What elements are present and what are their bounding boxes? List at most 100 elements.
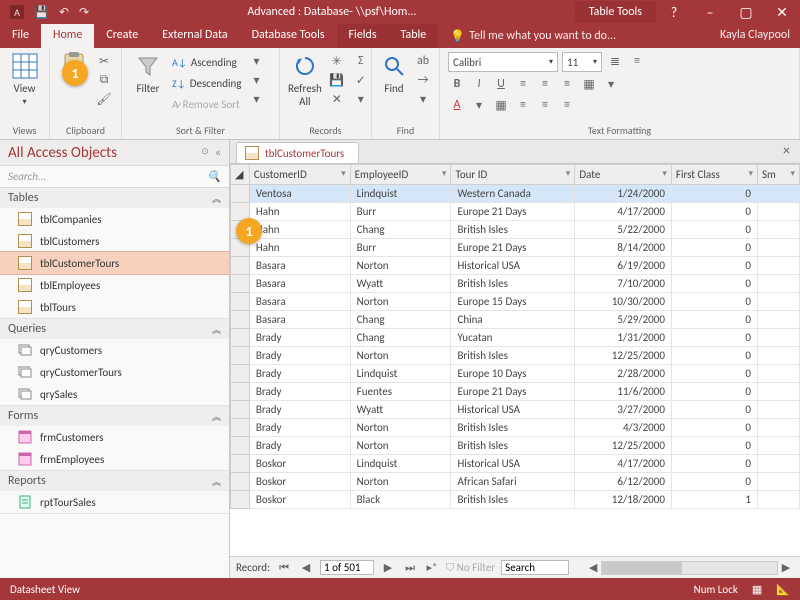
align-left-button[interactable]: ≡	[514, 75, 532, 93]
cell[interactable]: 8/14/2000	[575, 239, 672, 257]
cell[interactable]: Historical USA	[451, 401, 575, 419]
help-icon[interactable]: ?	[656, 0, 692, 24]
table-row[interactable]: BradyFuentesEurope 21 Days11/6/20000	[231, 383, 800, 401]
cell[interactable]: Brady	[249, 365, 350, 383]
close-tab-button[interactable]: ×	[773, 138, 800, 163]
delete-record-button[interactable]: ✕	[328, 90, 346, 108]
save-icon[interactable]: 💾	[34, 5, 49, 20]
cell[interactable]: 0	[671, 239, 757, 257]
row-selector[interactable]	[231, 275, 250, 293]
column-header[interactable]: CustomerID▾	[249, 165, 350, 185]
cell[interactable]: Boskor	[249, 473, 350, 491]
ascending-button[interactable]: A↓Ascending	[172, 52, 241, 72]
cell[interactable]	[757, 383, 799, 401]
datasheet-view-button[interactable]: ▦	[752, 583, 762, 596]
cell[interactable]: Norton	[350, 347, 451, 365]
cell[interactable]: Norton	[350, 257, 451, 275]
cell[interactable]: Basara	[249, 257, 350, 275]
cell[interactable]	[757, 419, 799, 437]
cell[interactable]: British Isles	[451, 221, 575, 239]
cell[interactable]: Ventosa	[249, 185, 350, 203]
design-view-button[interactable]: 📐	[776, 583, 790, 596]
cell[interactable]: Brady	[249, 419, 350, 437]
datasheet-search-input[interactable]	[501, 560, 569, 575]
table-row[interactable]: BasaraWyattBritish Isles7/10/20000	[231, 275, 800, 293]
redo-icon[interactable]: ↷	[79, 5, 89, 20]
cell[interactable]: Boskor	[249, 491, 350, 509]
alt-fill-button[interactable]: ▦	[492, 96, 510, 114]
chevron-up-icon[interactable]: ︽	[212, 323, 221, 336]
cell[interactable]	[757, 239, 799, 257]
cell[interactable]: Wyatt	[350, 275, 451, 293]
underline-button[interactable]: U	[492, 75, 510, 93]
cell[interactable]: 1/31/2000	[575, 329, 672, 347]
maximize-button[interactable]: ▢	[728, 0, 764, 24]
row-selector[interactable]	[231, 311, 250, 329]
paste-button[interactable]: 1	[58, 52, 89, 80]
advanced-filter-button[interactable]: ▾	[247, 71, 265, 89]
row-selector[interactable]	[231, 365, 250, 383]
cell[interactable]	[757, 275, 799, 293]
tab-fields[interactable]: Fields	[337, 24, 389, 48]
chevron-up-icon[interactable]: ︽	[212, 475, 221, 488]
row-selector[interactable]	[231, 473, 250, 491]
cell[interactable]: 0	[671, 311, 757, 329]
indentr-button[interactable]: ≡	[558, 96, 576, 114]
tab-file[interactable]: File	[0, 24, 41, 48]
cell[interactable]: 7/10/2000	[575, 275, 672, 293]
row-selector[interactable]	[231, 347, 250, 365]
chevron-up-icon[interactable]: ︽	[212, 192, 221, 205]
row-selector[interactable]	[231, 383, 250, 401]
cell[interactable]	[757, 455, 799, 473]
table-row[interactable]: BoskorNortonAfrican Safari6/12/20000	[231, 473, 800, 491]
bullets-button[interactable]: ≣	[606, 52, 624, 70]
cell[interactable]: 2/28/2000	[575, 365, 672, 383]
cell[interactable]: Norton	[350, 419, 451, 437]
cell[interactable]: Boskor	[249, 455, 350, 473]
cell[interactable]	[757, 437, 799, 455]
cell[interactable]: Europe 21 Days	[451, 203, 575, 221]
cell[interactable]: 10/30/2000	[575, 293, 672, 311]
selection-filter-button[interactable]: ▾	[247, 52, 265, 70]
cell[interactable]	[757, 293, 799, 311]
save-record-button[interactable]: 💾	[328, 71, 346, 89]
nav-group-tables[interactable]: Tables	[8, 191, 38, 205]
scroll-left-button[interactable]: ◀	[585, 561, 601, 574]
tab-table[interactable]: Table	[389, 24, 439, 48]
row-selector[interactable]	[231, 437, 250, 455]
column-header[interactable]: Tour ID▾	[451, 165, 575, 185]
new-record-nav-button[interactable]: ▸*	[424, 561, 440, 574]
cell[interactable]	[757, 329, 799, 347]
nav-group-reports[interactable]: Reports	[8, 474, 46, 488]
table-row[interactable]: BradyLindquistEurope 10 Days2/28/20000	[231, 365, 800, 383]
cell[interactable]: Burr	[350, 239, 451, 257]
cell[interactable]: 5/22/2000	[575, 221, 672, 239]
cell[interactable]: Chang	[350, 311, 451, 329]
cell[interactable]: 11/6/2000	[575, 383, 672, 401]
filter-button[interactable]: Filter	[130, 52, 166, 95]
nav-collapse-icon[interactable]: «	[215, 146, 221, 160]
nav-item-qrysales[interactable]: qrySales	[0, 383, 229, 405]
cell[interactable]: Europe 15 Days	[451, 293, 575, 311]
cell[interactable]: Norton	[350, 437, 451, 455]
table-row[interactable]: BoskorLindquistHistorical USA4/17/20000	[231, 455, 800, 473]
record-position-input[interactable]	[320, 560, 374, 575]
cell[interactable]: Hahn	[249, 221, 350, 239]
cell[interactable]: Basara	[249, 293, 350, 311]
font-family-combo[interactable]: Calibri▾	[448, 52, 558, 72]
cell[interactable]: 0	[671, 293, 757, 311]
cell[interactable]: Norton	[350, 473, 451, 491]
cell[interactable]: 0	[671, 455, 757, 473]
filter-indicator[interactable]: ⛉ No Filter	[446, 561, 495, 575]
new-record-button[interactable]: ✳	[328, 52, 346, 70]
cell[interactable]	[757, 401, 799, 419]
more-records-button[interactable]: ▾	[352, 90, 370, 108]
cell[interactable]: Brady	[249, 329, 350, 347]
table-row[interactable]: BradyNortonBritish Isles12/25/20000	[231, 437, 800, 455]
cell[interactable]: 1	[671, 491, 757, 509]
table-row[interactable]: HahnBurrEurope 21 Days8/14/20000	[231, 239, 800, 257]
column-header[interactable]: Date▾	[575, 165, 672, 185]
cell[interactable]: 0	[671, 347, 757, 365]
nav-pane-title[interactable]: All Access Objects	[8, 144, 117, 162]
nav-item-frmemployees[interactable]: frmEmployees	[0, 448, 229, 470]
